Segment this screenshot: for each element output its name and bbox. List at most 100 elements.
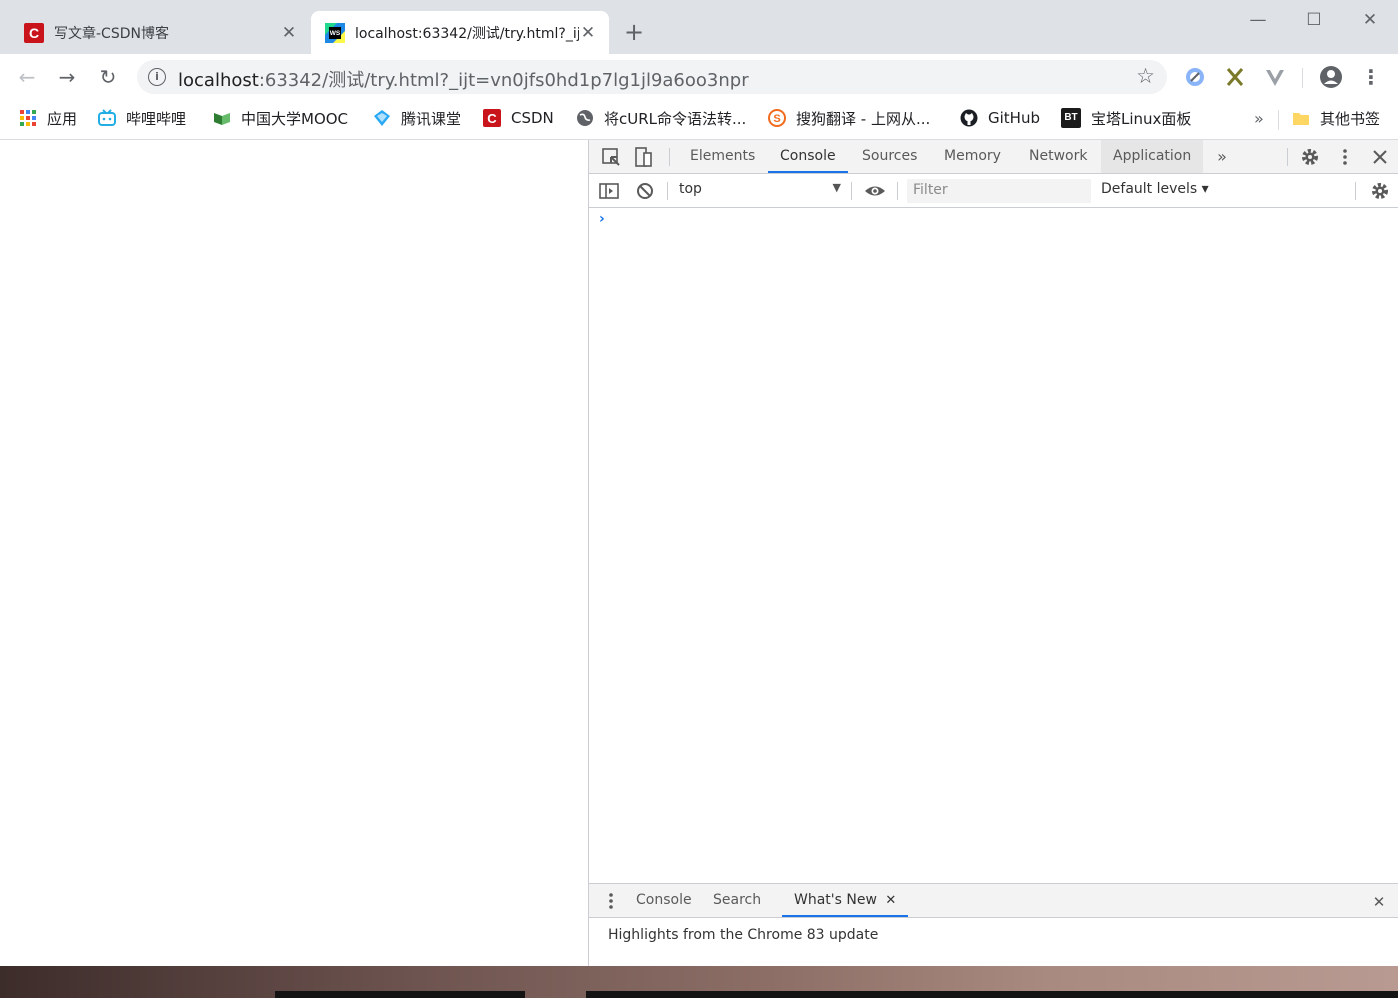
drawer-tab-search[interactable]: Search xyxy=(701,884,773,917)
bookmark-other-folder[interactable]: 其他书签 xyxy=(1292,107,1380,129)
bookmark-tencent-class[interactable]: 腾讯课堂 xyxy=(373,107,461,129)
bookmark-sogou[interactable]: S 搜狗翻译 - 上网从... xyxy=(768,107,930,129)
browser-toolbar: ← → ↻ i localhost:63342/测试/try.html?_ijt… xyxy=(0,54,1398,100)
profile-avatar-icon[interactable] xyxy=(1318,64,1344,90)
forward-button[interactable]: → xyxy=(53,63,81,91)
taskbar-segment xyxy=(275,991,525,998)
tencent-class-icon xyxy=(374,110,390,126)
console-toolbar: top ▼ Filter Default levels ▾ xyxy=(589,174,1398,208)
log-levels-dropdown[interactable]: Default levels ▾ xyxy=(1101,181,1209,197)
url-text[interactable]: localhost:63342/测试/try.html?_ijt=vn0jfs0… xyxy=(178,66,749,92)
tab-elements[interactable]: Elements xyxy=(678,140,767,173)
drawer-tab-console[interactable]: Console xyxy=(624,884,704,917)
console-toolbar-divider xyxy=(667,182,668,200)
bookmark-star-icon[interactable]: ☆ xyxy=(1136,64,1155,88)
bookmarks-overflow-button[interactable]: » xyxy=(1254,107,1264,129)
bookmark-label: 搜狗翻译 - 上网从... xyxy=(796,109,931,128)
bookmark-label: 应用 xyxy=(47,109,78,128)
show-sidebar-icon[interactable] xyxy=(597,179,621,203)
tab-memory[interactable]: Memory xyxy=(932,140,1013,173)
bookmark-label: 将cURL命令语法转... xyxy=(604,109,747,128)
bookmarks-divider xyxy=(1278,110,1279,130)
context-value: top xyxy=(679,181,702,197)
bookmark-label: 其他书签 xyxy=(1320,109,1381,128)
clear-console-icon[interactable] xyxy=(633,179,657,203)
extension-x-icon[interactable] xyxy=(1222,64,1248,90)
tabbar-divider xyxy=(669,148,670,166)
console-toolbar-divider xyxy=(851,182,852,200)
bookmark-bt-panel[interactable]: BT 宝塔Linux面板 xyxy=(1061,107,1191,129)
drawer-menu-icon[interactable] xyxy=(599,889,623,913)
chevron-down-icon: ▼ xyxy=(832,181,841,194)
bookmark-curl[interactable]: 将cURL命令语法转... xyxy=(576,107,746,129)
vue-devtools-icon[interactable] xyxy=(1262,64,1288,90)
webstorm-icon: WS xyxy=(325,22,345,43)
whats-new-highlight: Highlights from the Chrome 83 update xyxy=(608,927,879,943)
close-drawer-tab-icon[interactable]: ✕ xyxy=(885,893,896,908)
svg-text:C: C xyxy=(487,111,497,126)
more-tabs-icon[interactable]: » xyxy=(1210,145,1234,169)
back-button[interactable]: ← xyxy=(13,63,41,91)
address-bar[interactable]: i localhost:63342/测试/try.html?_ijt=vn0jf… xyxy=(137,60,1167,94)
url-host: localhost xyxy=(178,70,259,91)
chrome-menu-icon[interactable]: ⋮ xyxy=(1357,63,1385,91)
close-tab-icon[interactable]: ✕ xyxy=(579,23,597,43)
bookmark-label: 腾讯课堂 xyxy=(401,109,462,128)
tab-strip: C 写文章-CSDN博客 ✕ WS localhost:63342/测试/try… xyxy=(0,0,1398,54)
sogou-icon: S xyxy=(768,109,786,127)
browser-tab-csdn[interactable]: C 写文章-CSDN博客 ✕ xyxy=(0,11,310,54)
tab-console[interactable]: Console xyxy=(768,140,848,173)
close-drawer-icon[interactable]: ✕ xyxy=(1367,890,1391,914)
tabbar-divider xyxy=(1287,148,1288,166)
device-toolbar-icon[interactable] xyxy=(631,145,655,169)
toolbar-divider xyxy=(1302,68,1303,88)
taskbar-segment xyxy=(586,991,1398,998)
devtools-tabbar: Elements Console Sources Memory Network … xyxy=(589,140,1398,174)
tab-network[interactable]: Network xyxy=(1017,140,1099,173)
bookmark-github[interactable]: GitHub xyxy=(960,107,1040,129)
settings-gear-icon[interactable] xyxy=(1298,145,1322,169)
globe-icon xyxy=(577,110,593,126)
svg-text:WS: WS xyxy=(330,30,341,37)
bookmark-mooc[interactable]: 中国大学MOOC xyxy=(213,107,348,129)
close-window-button[interactable]: ✕ xyxy=(1342,6,1398,34)
live-expression-eye-icon[interactable] xyxy=(863,179,887,203)
tab-application[interactable]: Application xyxy=(1101,140,1204,173)
console-toolbar-divider xyxy=(1355,182,1356,200)
drawer-tab-label: What's New xyxy=(794,892,877,908)
bookmarks-bar: 应用 哔哩哔哩 中国大学MOOC 腾讯课堂 C CSDN 将cURL命令语法转.… xyxy=(0,100,1398,140)
close-tab-icon[interactable]: ✕ xyxy=(280,23,298,43)
bt-icon: BT xyxy=(1061,108,1081,128)
context-select[interactable]: top ▼ xyxy=(679,181,841,201)
console-settings-gear-icon[interactable] xyxy=(1368,179,1392,203)
csdn-icon: C xyxy=(24,22,44,43)
tab-title: localhost:63342/测试/try.html?_ijt=vn0jfs0… xyxy=(355,25,579,42)
drawer-tab-whats-new[interactable]: What's New ✕ xyxy=(782,884,909,917)
inspect-element-icon[interactable] xyxy=(599,145,623,169)
site-info-icon[interactable]: i xyxy=(148,68,166,86)
bookmark-label: CSDN xyxy=(511,109,554,127)
apps-grid-icon xyxy=(20,110,36,126)
bookmark-bilibili[interactable]: 哔哩哔哩 xyxy=(98,107,186,129)
maximize-button[interactable]: ☐ xyxy=(1286,6,1342,34)
minimize-button[interactable]: — xyxy=(1230,6,1286,34)
browser-tab-localhost[interactable]: WS localhost:63342/测试/try.html?_ijt=vn0j… xyxy=(311,11,609,54)
folder-icon xyxy=(1293,113,1309,125)
page-viewport xyxy=(0,140,588,966)
new-tab-button[interactable]: + xyxy=(624,19,644,45)
bookmark-label: GitHub xyxy=(988,109,1040,127)
desktop-background-strip xyxy=(0,966,1398,998)
tab-sources[interactable]: Sources xyxy=(850,140,929,173)
reload-button[interactable]: ↻ xyxy=(94,63,122,91)
extension-circle-icon[interactable] xyxy=(1182,64,1208,90)
devtools-menu-icon[interactable] xyxy=(1333,145,1357,169)
bookmark-csdn[interactable]: C CSDN xyxy=(483,107,554,129)
console-filter-input[interactable]: Filter xyxy=(907,179,1091,203)
bookmark-label: 哔哩哔哩 xyxy=(126,109,187,128)
drawer-tabbar: Console Search What's New ✕ ✕ xyxy=(589,884,1398,918)
mooc-icon xyxy=(214,113,230,125)
close-devtools-icon[interactable] xyxy=(1368,145,1392,169)
devtools-drawer: Console Search What's New ✕ ✕ Highlights… xyxy=(589,883,1398,966)
console-prompt[interactable]: › xyxy=(599,211,605,227)
bookmark-apps[interactable]: 应用 xyxy=(19,107,77,129)
